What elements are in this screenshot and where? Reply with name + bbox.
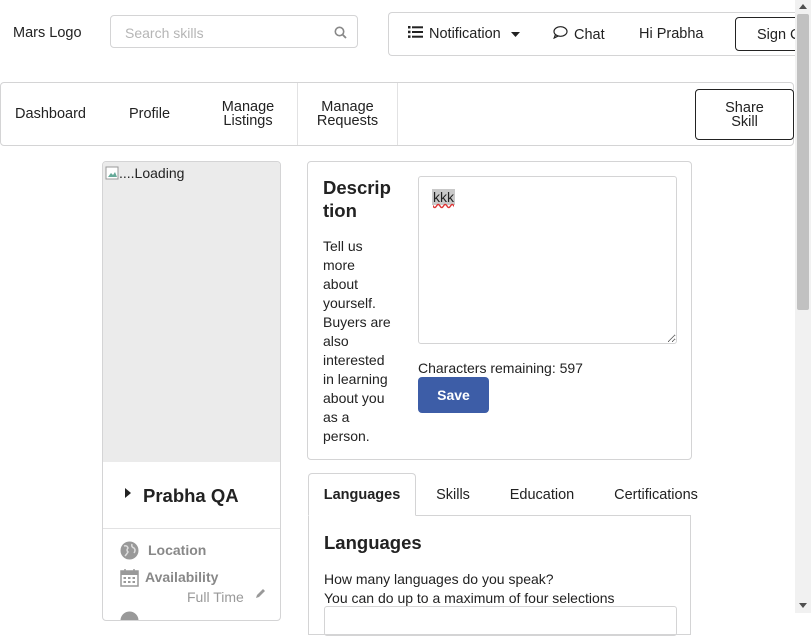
scrollbar-thumb[interactable]	[797, 14, 809, 310]
location-label: Location	[148, 542, 207, 558]
profile-photo: ....Loading	[103, 162, 280, 462]
search-input[interactable]	[123, 22, 327, 44]
nav-manage-requests-label: Manage Requests	[316, 99, 379, 129]
chat-label: Chat	[574, 26, 605, 43]
tab-skills[interactable]: Skills	[426, 473, 480, 516]
availability-label: Availability	[145, 569, 219, 585]
profile-name: Prabha QA	[143, 485, 239, 506]
tab-languages[interactable]: Languages	[308, 473, 416, 516]
caret-right-icon	[125, 488, 131, 498]
user-greeting[interactable]: Hi Prabha	[639, 26, 703, 42]
scroll-down-arrow-icon[interactable]	[799, 603, 807, 608]
profile-card: ....Loading Prabha QA Location Availabil…	[102, 161, 281, 621]
description-title: Description	[323, 177, 391, 221]
notification-label: Notification	[429, 26, 501, 42]
list-icon	[408, 26, 423, 42]
calendar-icon	[120, 568, 139, 590]
search-icon[interactable]	[334, 26, 347, 42]
languages-question-text: How many languages do you speak?	[324, 571, 554, 587]
pencil-icon[interactable]	[255, 586, 266, 602]
top-menu: Notification Chat Hi Prabha Sign C	[388, 12, 811, 56]
description-help: Tell us more about yourself. Buyers are …	[323, 238, 391, 444]
notification-dropdown[interactable]: Notification	[408, 26, 520, 42]
nav-manage-requests[interactable]: Manage Requests	[298, 83, 398, 145]
chat-link[interactable]: Chat	[553, 26, 605, 43]
description-text-value: kkk	[432, 189, 455, 205]
nav-profile[interactable]: Profile	[100, 83, 199, 145]
nav-dashboard[interactable]: Dashboard	[1, 83, 100, 145]
scroll-up-arrow-icon[interactable]	[799, 4, 807, 9]
availability-value: Full Time	[187, 589, 244, 605]
description-card: Description Tell us more about yourself.…	[307, 161, 692, 460]
share-skill-label: Share Skill	[725, 99, 764, 130]
profile-tabs: Languages Skills Education Certification…	[308, 473, 808, 516]
secondary-menu: Dashboard Profile Manage Listings Manage…	[0, 82, 794, 146]
languages-question: How many languages do you speak? You can…	[324, 570, 615, 608]
languages-heading: Languages	[324, 532, 422, 553]
share-skill-button[interactable]: Share Skill	[695, 89, 794, 140]
broken-image-icon	[105, 166, 119, 180]
globe-icon	[120, 541, 139, 563]
languages-table	[324, 606, 677, 636]
image-alt-text: ....Loading	[119, 165, 185, 181]
save-button[interactable]: Save	[418, 377, 489, 413]
tab-education[interactable]: Education	[502, 473, 582, 516]
characters-remaining: Characters remaining: 597	[418, 360, 583, 376]
languages-panel: Languages How many languages do you spea…	[308, 515, 691, 636]
chevron-down-icon	[510, 26, 520, 42]
profile-name-row[interactable]: Prabha QA	[103, 462, 280, 529]
profile-photo-alt: ....Loading	[105, 165, 184, 181]
site-logo[interactable]: Mars Logo	[13, 25, 82, 41]
tab-certifications[interactable]: Certifications	[606, 473, 706, 516]
nav-manage-listings[interactable]: Manage Listings	[199, 83, 298, 145]
chat-icon	[553, 26, 568, 43]
description-textarea[interactable]	[418, 176, 677, 344]
search-box	[110, 15, 358, 48]
